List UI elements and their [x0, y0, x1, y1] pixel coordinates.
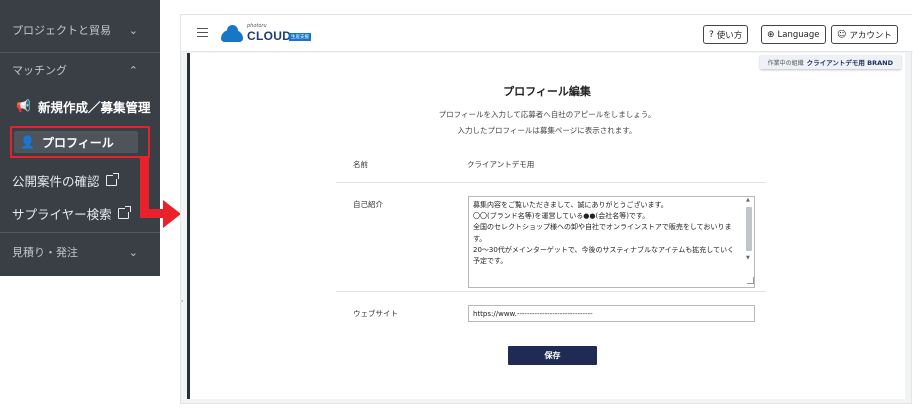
- website-input[interactable]: https://www.----------------------------…: [468, 305, 755, 322]
- scroll-down-icon[interactable]: ▼: [746, 255, 750, 261]
- question-icon: ?: [709, 29, 714, 40]
- megaphone-icon: 📢: [16, 99, 31, 113]
- sidebar-item-new-recruit[interactable]: 📢 新規作成／募集管理: [0, 96, 160, 116]
- page-title: プロフィール編集: [503, 85, 591, 98]
- sidebar-divider: [0, 232, 160, 233]
- hamburger-menu-icon[interactable]: [197, 28, 208, 37]
- scroll-up-icon[interactable]: ▲: [746, 197, 750, 203]
- sidebar-item-supplier-search[interactable]: サプライヤー検索: [0, 203, 160, 223]
- language-button[interactable]: ⊕ Language: [761, 25, 826, 44]
- intro-label: 自己紹介: [353, 200, 383, 209]
- page-lead: 入力したプロフィールは募集ページに表示されます。: [457, 126, 637, 135]
- save-button[interactable]: 保存: [508, 346, 597, 365]
- chevron-down-icon: ⌄: [128, 23, 138, 37]
- chevron-down-icon: ⌄: [128, 245, 138, 259]
- form-divider: [336, 182, 766, 183]
- sidebar-section-project-trade[interactable]: プロジェクトと貿易 ⌄: [0, 20, 160, 40]
- intro-scrollbar[interactable]: ▲ ▼: [744, 197, 754, 287]
- user-icon: 👤: [20, 135, 35, 149]
- scroll-thumb[interactable]: [746, 207, 752, 251]
- logo-wordmark: CLOUD: [247, 29, 292, 43]
- org-name: クライアントデモ用 BRAND: [806, 59, 893, 67]
- app-logo[interactable]: photoru CLOUD 生産支援: [221, 23, 317, 45]
- current-org-badge: 作業中の組織 クライアントデモ用 BRAND: [759, 55, 901, 69]
- sidebar-section-matching[interactable]: マッチング ⌃: [0, 60, 160, 80]
- external-link-icon: [117, 205, 131, 219]
- external-link-icon: [105, 172, 119, 186]
- top-bar: photoru CLOUD 生産支援 ? 使い方 ⊕ Language ☺ アカ…: [181, 15, 913, 52]
- chevron-up-icon: ⌃: [128, 63, 138, 77]
- callout-arrow-head: [163, 200, 181, 228]
- sidebar-item-label: プロフィール: [42, 135, 114, 150]
- help-button-label: 使い方: [716, 30, 743, 41]
- sidebar-item-label: サプライヤー検索: [12, 206, 112, 222]
- page-lead: プロフィールを入力して応募者へ自社のアピールをしましょう。: [438, 110, 656, 119]
- sidebar-item-public-check[interactable]: 公開案件の確認: [0, 170, 160, 190]
- sidebar-section-quote-order[interactable]: 見積り・発注 ⌄: [0, 242, 160, 262]
- name-label: 名前: [353, 160, 368, 169]
- highlight-frame: 👤 プロフィール: [10, 126, 150, 158]
- sidebar-section-label: マッチング: [12, 64, 67, 77]
- resize-grip-icon[interactable]: [747, 277, 754, 284]
- language-button-label: Language: [777, 29, 820, 40]
- sidebar-divider: [0, 52, 160, 53]
- org-label: 作業中の組織: [767, 59, 804, 67]
- logo-tag: 生産支援: [289, 33, 311, 41]
- intro-line: 全国のセレクトショップ様への卸や自社でオンラインストアで販売をしておいります。: [473, 223, 732, 243]
- sidebar-item-label: 公開案件の確認: [12, 173, 100, 189]
- website-input-value: https://www.----------------------------…: [473, 309, 593, 318]
- collapse-handle-icon[interactable]: ›: [181, 298, 183, 305]
- form-divider: [336, 291, 766, 292]
- website-label: ウェブサイト: [353, 309, 398, 318]
- intro-textarea[interactable]: 募集内容をご覧いただきまして、誠にありがとうございます。 〇〇(ブランド名等)を…: [468, 196, 755, 288]
- name-value: クライアントデモ用: [467, 160, 535, 169]
- sidebar-item-profile[interactable]: 👤 プロフィール: [14, 131, 138, 153]
- sidebar-item-label: 新規作成／募集管理: [38, 99, 151, 115]
- help-button[interactable]: ? 使い方: [703, 25, 749, 44]
- sidebar-section-label: プロジェクトと貿易: [12, 24, 111, 37]
- app-window: photoru CLOUD 生産支援 ? 使い方 ⊕ Language ☺ アカ…: [180, 14, 913, 404]
- account-button-label: アカウント: [849, 30, 892, 41]
- intro-line: 20〜30代がメインターゲットで、今後のサスティナブルなアイテムも拡充していく予…: [473, 245, 735, 266]
- account-button[interactable]: ☺ アカウント: [831, 25, 898, 44]
- globe-icon: ⊕: [767, 29, 775, 40]
- sidebar-section-label: 見積り・発注: [12, 246, 78, 259]
- intro-line: 〇〇(ブランド名等)を運営している●●(会社名等)です。: [473, 212, 650, 221]
- cloud-logo-icon: [221, 25, 243, 42]
- intro-line: 募集内容をご覧いただきまして、誠にありがとうございます。: [473, 201, 668, 209]
- user-circle-icon: ☺: [837, 29, 847, 40]
